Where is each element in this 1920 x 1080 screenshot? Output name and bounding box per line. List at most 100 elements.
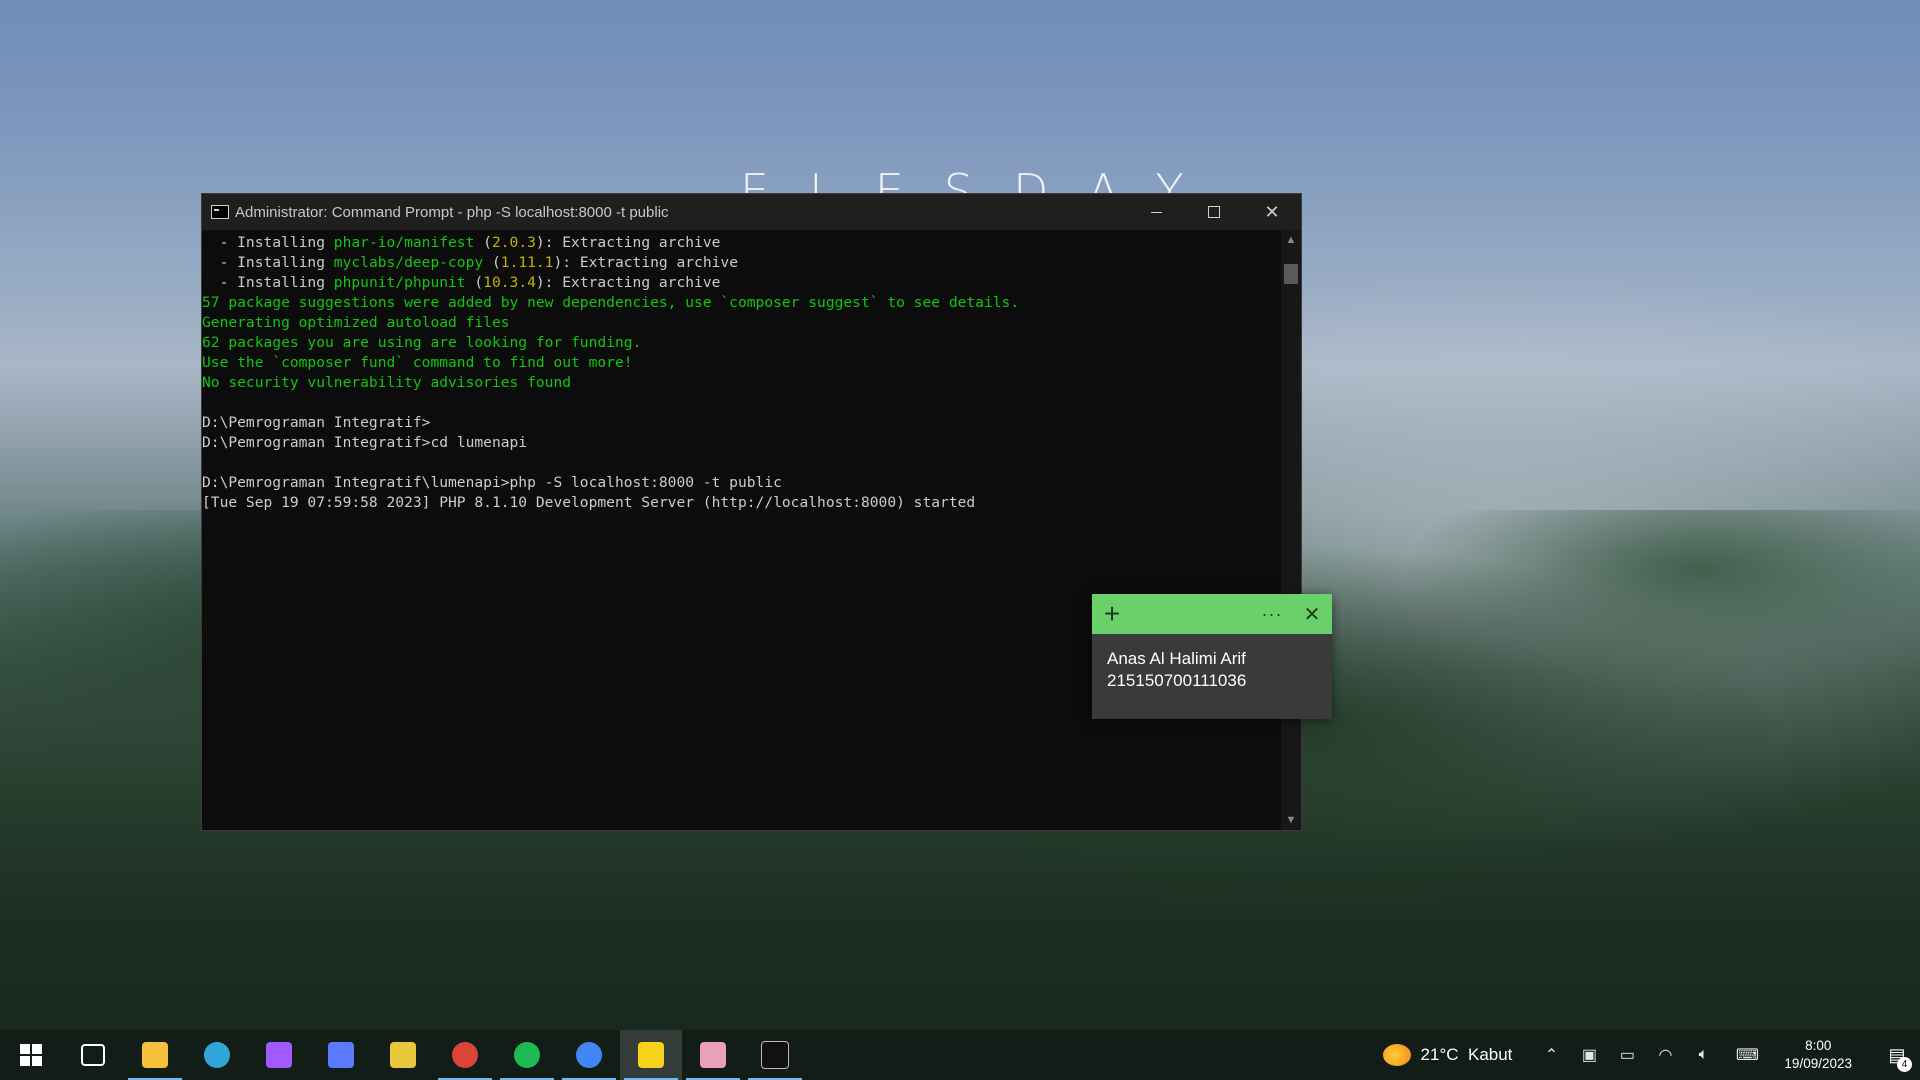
cmd-output-line xyxy=(202,393,1281,413)
scroll-down-icon[interactable]: ▼ xyxy=(1281,810,1301,830)
cmd-text-segment: ( xyxy=(465,274,484,291)
cmd-text-segment: D:\Pemrograman Integratif> xyxy=(202,414,431,431)
cmd-output-line: - Installing myclabs/deep-copy (1.11.1):… xyxy=(202,253,1281,273)
cmd-text-segment: - Installing xyxy=(202,234,334,251)
volume-icon[interactable]: 🔈︎ xyxy=(1684,1030,1722,1080)
cmd-app-icon xyxy=(211,205,229,219)
cmd-text-segment: - Installing xyxy=(202,274,334,291)
sticky-note[interactable]: + ··· ✕ Anas Al Halimi Arif 215150700111… xyxy=(1092,594,1332,719)
chrome-dev-icon xyxy=(452,1042,478,1068)
chrome-icon xyxy=(576,1042,602,1068)
taskbar-app-command-prompt[interactable] xyxy=(744,1030,806,1080)
cmd-text-segment: 1.11.1 xyxy=(500,254,554,271)
command-prompt-icon xyxy=(761,1041,789,1069)
taskbar: 21°C Kabut ⌃ ▣ ▭ ◠ 🔈︎ ⌨ 8:00 19/09/2023 … xyxy=(0,1030,1920,1080)
cmd-text-segment: - Installing xyxy=(202,254,334,271)
cmd-output-line xyxy=(202,453,1281,473)
wifi-icon[interactable]: ◠ xyxy=(1646,1030,1684,1080)
weather-temp: 21°C xyxy=(1420,1045,1459,1064)
chevron-up-icon[interactable]: ⌃ xyxy=(1532,1030,1570,1080)
new-note-button[interactable]: + xyxy=(1092,600,1132,628)
cmd-text-segment: 2.0.3 xyxy=(491,234,536,251)
notification-badge: 4 xyxy=(1897,1057,1912,1072)
cmd-output-line: No security vulnerability advisories fou… xyxy=(202,373,1281,393)
cmd-output-line: 57 package suggestions were added by new… xyxy=(202,293,1281,313)
minimize-button[interactable] xyxy=(1127,194,1185,230)
edge-icon xyxy=(204,1042,230,1068)
minimize-icon xyxy=(1150,211,1162,213)
anime-app-icon xyxy=(700,1042,726,1068)
taskbar-app-file-explorer[interactable] xyxy=(124,1030,186,1080)
cmd-text-segment: phpunit/phpunit xyxy=(333,274,466,291)
cmd-text-segment: 10.3.4 xyxy=(483,274,536,291)
cmd-text-segment: phar-io/manifest xyxy=(333,234,475,251)
weather-widget[interactable]: 21°C Kabut xyxy=(1382,1044,1513,1066)
taskbar-app-spotify[interactable] xyxy=(496,1030,558,1080)
cmd-output-line: Generating optimized autoload files xyxy=(202,313,1281,333)
cmd-output-line: 62 packages you are using are looking fo… xyxy=(202,333,1281,353)
system-tray: 21°C Kabut ⌃ ▣ ▭ ◠ 🔈︎ ⌨ 8:00 19/09/2023 … xyxy=(1382,1030,1920,1080)
notification-center-button[interactable]: ▤ 4 xyxy=(1874,1030,1920,1080)
cmd-output-line: - Installing phpunit/phpunit (10.3.4): E… xyxy=(202,273,1281,293)
maximize-button[interactable] xyxy=(1185,194,1243,230)
taskbar-app-edge[interactable] xyxy=(186,1030,248,1080)
cmd-output-line: [Tue Sep 19 07:59:58 2023] PHP 8.1.10 De… xyxy=(202,493,1281,513)
cmd-output-line: Use the `composer fund` command to find … xyxy=(202,353,1281,373)
cmd-text-segment: D:\Pemrograman Integratif\lumenapi>php -… xyxy=(202,474,782,491)
clock-date: 19/09/2023 xyxy=(1784,1056,1852,1071)
taskbar-app-sticky-notes[interactable] xyxy=(620,1030,682,1080)
cmd-text-segment: ( xyxy=(483,254,501,271)
cmd-output-line: D:\Pemrograman Integratif>cd lumenapi xyxy=(202,433,1281,453)
cmd-scrollbar[interactable]: ▲ ▼ xyxy=(1281,230,1301,830)
taskbar-app-anime-app[interactable] xyxy=(682,1030,744,1080)
taskbar-app-starred-app[interactable] xyxy=(372,1030,434,1080)
start-button[interactable] xyxy=(0,1030,62,1080)
cmd-output[interactable]: - Installing phar-io/manifest (2.0.3): E… xyxy=(202,230,1281,830)
taskbar-app-task-view[interactable] xyxy=(62,1030,124,1080)
starred-app-icon xyxy=(390,1042,416,1068)
meet-now-icon[interactable]: ▣ xyxy=(1570,1030,1608,1080)
taskbar-app-chrome-dev[interactable] xyxy=(434,1030,496,1080)
cmd-text-segment: [Tue Sep 19 07:59:58 2023] PHP 8.1.10 De… xyxy=(202,494,976,511)
cmd-text-segment: ): Extracting archive xyxy=(535,274,721,291)
close-note-button[interactable]: ✕ xyxy=(1292,602,1332,627)
sticky-notes-icon xyxy=(638,1042,664,1068)
task-view-icon xyxy=(81,1044,105,1066)
cmd-output-line: D:\Pemrograman Integratif> xyxy=(202,413,1281,433)
keyboard-icon[interactable]: ⌨ xyxy=(1722,1030,1772,1080)
taskbar-app-chrome[interactable] xyxy=(558,1030,620,1080)
clock-time: 8:00 xyxy=(1805,1038,1832,1053)
cmd-text-segment: Generating optimized autoload files xyxy=(202,314,510,331)
command-prompt-window[interactable]: Administrator: Command Prompt - php -S l… xyxy=(201,193,1302,831)
weather-desc: Kabut xyxy=(1467,1045,1513,1064)
spotify-icon xyxy=(514,1042,540,1068)
cmd-output-line: D:\Pemrograman Integratif\lumenapi>php -… xyxy=(202,473,1281,493)
file-explorer-icon xyxy=(142,1042,168,1068)
taskbar-apps xyxy=(62,1030,806,1080)
clock[interactable]: 8:00 19/09/2023 xyxy=(1784,1037,1852,1073)
windows-icon xyxy=(20,1044,42,1066)
sticky-note-line: Anas Al Halimi Arif xyxy=(1107,649,1246,668)
cmd-text-segment: 57 package suggestions were added by new… xyxy=(202,294,1020,311)
sticky-note-toolbar: + ··· ✕ xyxy=(1092,594,1332,634)
taskbar-app-figma[interactable] xyxy=(248,1030,310,1080)
maximize-icon xyxy=(1208,206,1220,218)
cmd-output-line: - Installing phar-io/manifest (2.0.3): E… xyxy=(202,233,1281,253)
battery-icon[interactable]: ▭ xyxy=(1608,1030,1646,1080)
taskbar-app-copilot[interactable] xyxy=(310,1030,372,1080)
close-icon: ✕ xyxy=(1264,201,1280,222)
cmd-title-bar[interactable]: Administrator: Command Prompt - php -S l… xyxy=(202,194,1301,230)
weather-icon xyxy=(1382,1044,1411,1066)
cmd-text-segment: ( xyxy=(474,234,492,251)
more-options-button[interactable]: ··· xyxy=(1252,604,1292,625)
cmd-text-segment: D:\Pemrograman Integratif>cd lumenapi xyxy=(202,434,528,451)
cmd-text-segment: 62 packages you are using are looking fo… xyxy=(202,334,642,351)
scroll-up-icon[interactable]: ▲ xyxy=(1281,230,1301,250)
close-button[interactable]: ✕ xyxy=(1243,194,1301,230)
cmd-text-segment: ): Extracting archive xyxy=(535,234,721,251)
scrollbar-thumb[interactable] xyxy=(1284,264,1298,284)
cmd-text-segment: No security vulnerability advisories fou… xyxy=(202,374,572,391)
cmd-window-title: Administrator: Command Prompt - php -S l… xyxy=(235,203,669,221)
sticky-note-text[interactable]: Anas Al Halimi Arif 215150700111036 xyxy=(1092,634,1332,706)
cmd-text-segment: Use the `composer fund` command to find … xyxy=(202,354,633,371)
